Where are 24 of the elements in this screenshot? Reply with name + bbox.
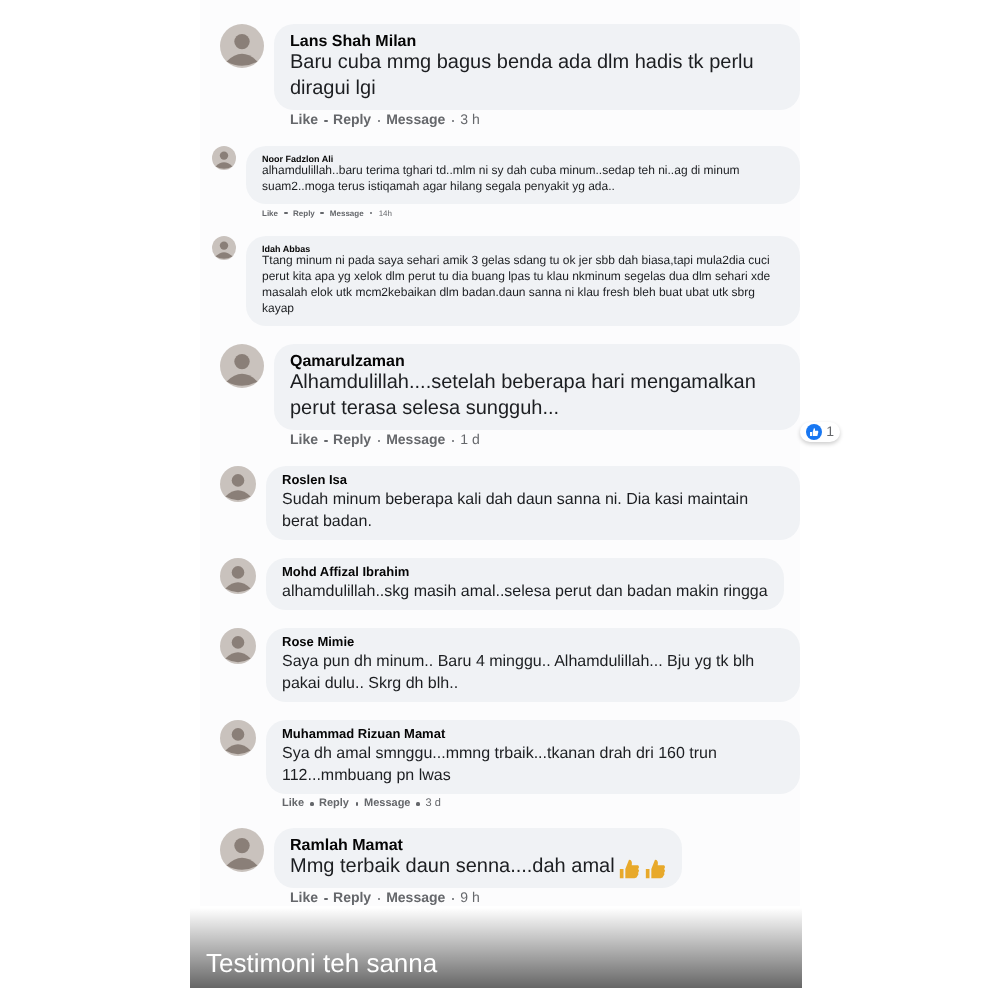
- avatar-icon: [220, 720, 256, 756]
- commenter-name[interactable]: Qamarulzaman: [290, 352, 784, 370]
- avatar-icon: [212, 146, 236, 170]
- avatar-icon: [220, 558, 256, 594]
- avatar-icon: [220, 466, 256, 502]
- comment-text: alhamdulillah..skg masih amal..selesa perut dan badan makin ringga: [282, 580, 768, 602]
- avatar-icon: [220, 24, 264, 68]
- comment-text: Sya dh amal smnggu...mmng trbaik...tkanan drah dri 160 trun 112...mmbuang pn lwas: [282, 742, 719, 786]
- thumbs-up-icon: [644, 858, 667, 880]
- comment-text: Sudah minum beberapa kali dah daun sanna ni. Dia kasi maintain berat badan.: [282, 488, 751, 532]
- commenter-name[interactable]: Lans Shah Milan: [290, 32, 784, 50]
- comment-text: Baru cuba mmg bagus benda ada dlm hadis tk perlu diragui lgi: [290, 50, 756, 102]
- comment-text: Mmg terbaik daun senna....dah amal: [290, 854, 615, 880]
- separator-dot: [310, 802, 314, 806]
- video-caption: Testimoni teh sanna: [206, 947, 438, 977]
- separator-dot: [416, 802, 420, 806]
- commenter-name[interactable]: Ramlah Mamat: [290, 836, 667, 854]
- avatar-icon: [220, 828, 264, 872]
- avatar-icon: [212, 236, 236, 260]
- comment-text: Alhamdulillah....setelah beberapa hari mengamalkan perut terasa selesa sungguh...: [290, 370, 758, 422]
- avatar-icon: [220, 628, 256, 664]
- thumbs-up-icon: [618, 858, 641, 880]
- comment-text: Saya pun dh minum.. Baru 4 minggu.. Alhamdulillah... Bju yg tk blh pakai dulu.. Skrg dh blh..: [282, 650, 757, 694]
- avatar-icon: [220, 344, 264, 388]
